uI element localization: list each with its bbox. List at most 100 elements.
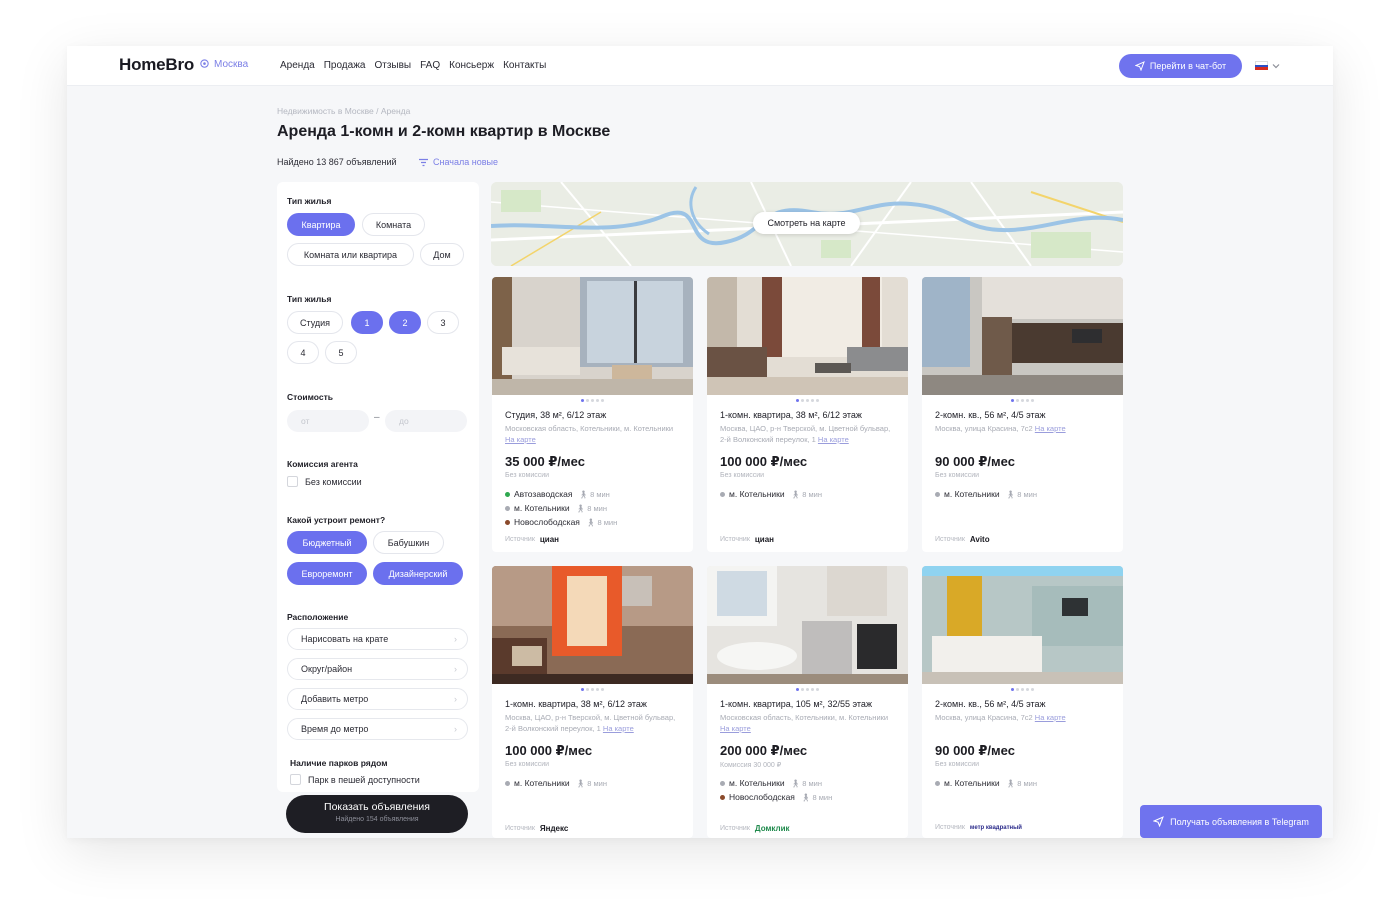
listing-source: Источник метр квадратный	[935, 824, 1022, 831]
chip-rooms-3[interactable]: 3	[427, 311, 459, 334]
browser-page: HomeBro Москва Аренда Продажа Отзывы FAQ…	[67, 46, 1333, 838]
map-link[interactable]: На карте	[720, 724, 751, 733]
draw-on-map-text: Нарисовать на крате	[301, 634, 389, 644]
chip-studio[interactable]: Студия	[287, 311, 343, 334]
listing-source: Источник Яндекс	[505, 824, 569, 833]
breadcrumb[interactable]: Недвижимость в Москве / Аренда	[277, 106, 410, 116]
price-to-input[interactable]: до	[385, 410, 467, 432]
chip-room[interactable]: Комната	[362, 213, 425, 236]
metro-station: м. Котельники 🚶︎ 8 мин	[720, 489, 822, 499]
chip-room-or-apartment[interactable]: Комната или квартира	[287, 243, 414, 266]
page-title: Аренда 1-комн и 2-комн квартир в Москве	[277, 123, 611, 140]
language-selector[interactable]	[1255, 61, 1280, 71]
show-listings-button[interactable]: Показать объявления Найдено 154 объявлен…	[286, 795, 468, 833]
location-pin-icon	[200, 59, 209, 68]
walk-icon: 🚶︎ 8 мин	[1005, 489, 1037, 499]
chevron-right-icon: ›	[454, 634, 457, 644]
listing-photo[interactable]	[922, 566, 1123, 684]
sort-label: Сначала новые	[433, 157, 498, 167]
chip-budget[interactable]: Бюджетный	[287, 531, 367, 554]
chip-grandma[interactable]: Бабушкин	[373, 531, 444, 554]
photo-dots	[707, 688, 908, 691]
listing-commission: Без комиссии	[935, 761, 980, 768]
russia-flag-icon	[1255, 61, 1268, 71]
walk-icon: 🚶︎ 8 мин	[575, 778, 607, 788]
listing-photo[interactable]	[707, 566, 908, 684]
map-link[interactable]: На карте	[1035, 424, 1066, 433]
price-from-input[interactable]: от	[287, 410, 369, 432]
listing-commission: Без комиссии	[505, 472, 550, 479]
checkbox-box	[290, 774, 301, 785]
walk-icon: 🚶︎ 8 мин	[575, 503, 607, 513]
chip-rooms-5[interactable]: 5	[325, 341, 357, 364]
metro-station: Новослободская 🚶︎ 8 мин	[720, 792, 832, 802]
listing-photo[interactable]	[707, 277, 908, 395]
park-text: Парк в пешей доступности	[308, 774, 420, 785]
park-checkbox[interactable]: Парк в пешей доступности	[290, 774, 420, 785]
district-select[interactable]: Округ/район ›	[287, 658, 468, 680]
chevron-right-icon: ›	[454, 694, 457, 704]
map-link[interactable]: На карте	[505, 435, 536, 444]
metro-time-select[interactable]: Время до метро ›	[287, 718, 468, 740]
chip-designer[interactable]: Дизайнерский	[373, 562, 463, 585]
map-preview[interactable]: Смотреть на карте	[491, 182, 1123, 266]
metro-station: м. Котельники 🚶︎ 8 мин	[935, 489, 1037, 499]
nav-contacts[interactable]: Контакты	[503, 60, 546, 71]
listing-photo[interactable]	[492, 277, 693, 395]
yandex-logo: Яндекс	[539, 824, 569, 833]
listing-title[interactable]: Студия, 38 м², 6/12 этаж	[505, 410, 606, 420]
logo[interactable]: HomeBro	[119, 55, 194, 75]
sort-selector[interactable]: Сначала новые	[418, 157, 498, 167]
nav-rent[interactable]: Аренда	[280, 60, 315, 71]
listing-card[interactable]: 1-комн. квартира, 38 м², 6/12 этаж Москв…	[707, 277, 908, 552]
no-commission-checkbox[interactable]: Без комиссии	[287, 476, 362, 487]
chip-apartment[interactable]: Квартира	[287, 213, 355, 236]
listing-photo[interactable]	[492, 566, 693, 684]
chip-house[interactable]: Дом	[420, 243, 464, 266]
listing-title[interactable]: 1-комн. квартира, 38 м², 6/12 этаж	[505, 699, 647, 709]
nav-reviews[interactable]: Отзывы	[374, 60, 411, 71]
walk-icon: 🚶︎ 8 мин	[1005, 778, 1037, 788]
send-icon	[1134, 61, 1145, 71]
filters-panel: Тип жилья Квартира Комната Комната или к…	[277, 182, 479, 792]
chip-rooms-2[interactable]: 2	[389, 311, 421, 334]
nav-faq[interactable]: FAQ	[420, 60, 440, 71]
listing-card[interactable]: 1-комн. квартира, 38 м², 6/12 этаж Москв…	[492, 566, 693, 838]
commission-label: Комиссия агента	[287, 459, 358, 469]
listing-title[interactable]: 2-комн. кв., 56 м², 4/5 этаж	[935, 410, 1046, 420]
cian-logo: циан	[754, 535, 775, 544]
listing-title[interactable]: 1-комн. квартира, 105 м², 32/55 этаж	[720, 699, 872, 709]
chatbot-button[interactable]: Перейти в чат-бот	[1119, 54, 1242, 78]
listing-card[interactable]: 2-комн. кв., 56 м², 4/5 этаж Москва, ули…	[922, 277, 1123, 552]
listing-title[interactable]: 1-комн. квартира, 38 м², 6/12 этаж	[720, 410, 862, 420]
listing-commission: Без комиссии	[935, 472, 980, 479]
walk-icon: 🚶︎ 8 мин	[790, 778, 822, 788]
chip-euro[interactable]: Евроремонт	[287, 562, 367, 585]
listing-title[interactable]: 2-комн. кв., 56 м², 4/5 этаж	[935, 699, 1046, 709]
telegram-subscribe-button[interactable]: Получать объявления в Telegram	[1140, 805, 1322, 838]
city-selector[interactable]: Москва	[199, 59, 248, 70]
map-link[interactable]: На карте	[1035, 713, 1066, 722]
metro-station: м. Котельники 🚶︎ 8 мин	[505, 778, 607, 788]
listing-card[interactable]: Студия, 38 м², 6/12 этаж Московская обла…	[492, 277, 693, 552]
walk-icon: 🚶︎ 8 мин	[578, 489, 610, 499]
listing-card[interactable]: 1-комн. квартира, 105 м², 32/55 этаж Мос…	[707, 566, 908, 838]
nav-sale[interactable]: Продажа	[324, 60, 366, 71]
listing-photo[interactable]	[922, 277, 1123, 395]
chevron-right-icon: ›	[454, 724, 457, 734]
draw-on-map-select[interactable]: Нарисовать на крате ›	[287, 628, 468, 650]
nav-concierge[interactable]: Консьерж	[449, 60, 494, 71]
chip-rooms-4[interactable]: 4	[287, 341, 319, 364]
chip-rooms-1[interactable]: 1	[351, 311, 383, 334]
metro-station: м. Котельники 🚶︎ 8 мин	[935, 778, 1037, 788]
listing-price: 100 000 ₽/мес	[720, 454, 808, 469]
listing-card[interactable]: 2-комн. кв., 56 м², 4/5 этаж Москва, ули…	[922, 566, 1123, 838]
map-link[interactable]: На карте	[818, 435, 849, 444]
parks-label: Наличие парков рядом	[290, 758, 388, 768]
metro-select[interactable]: Добавить метро ›	[287, 688, 468, 710]
listing-commission: Без комиссии	[720, 472, 765, 479]
listing-price: 35 000 ₽/мес	[505, 454, 585, 469]
map-link[interactable]: На карте	[603, 724, 634, 733]
filter-icon	[419, 158, 428, 166]
view-on-map-button[interactable]: Смотреть на карте	[753, 212, 860, 234]
